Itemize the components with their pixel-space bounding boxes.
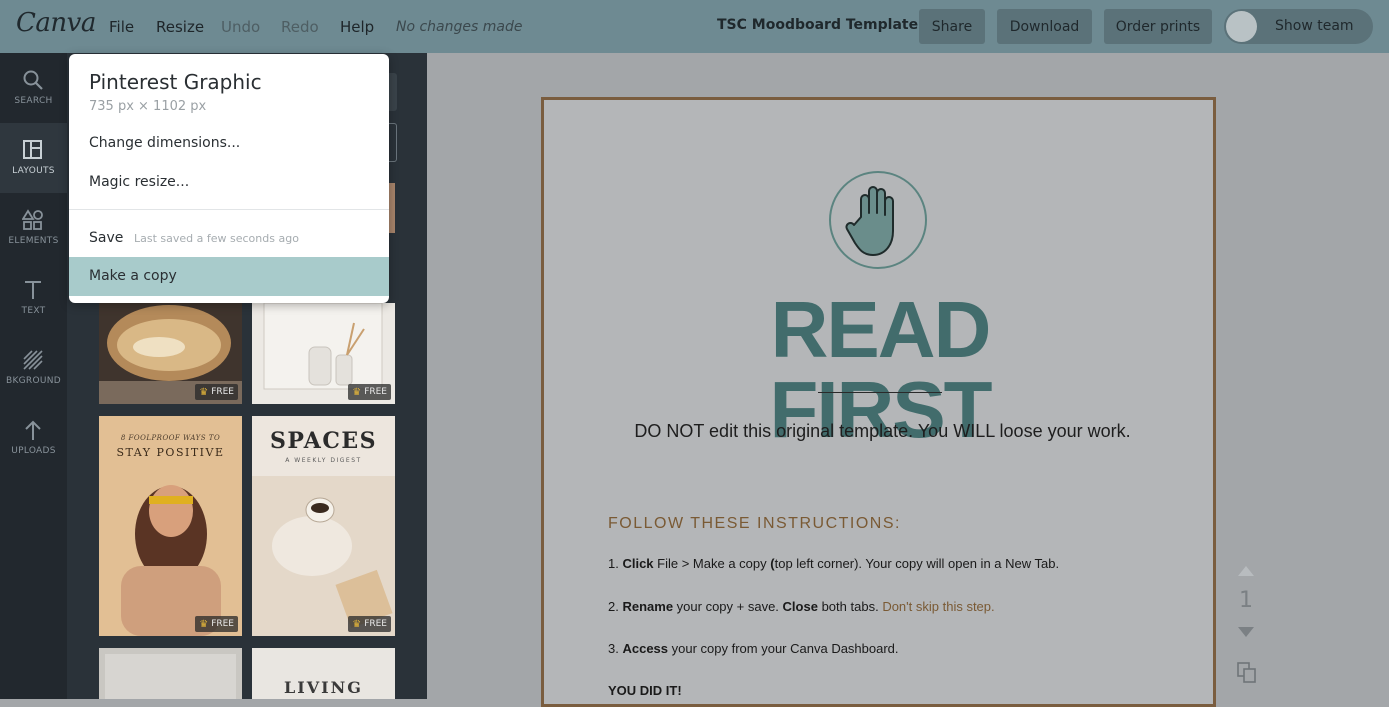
toggle-knob	[1226, 11, 1257, 42]
elements-icon	[22, 209, 43, 230]
dropdown-title: Pinterest Graphic	[89, 70, 262, 94]
save-status: No changes made	[396, 19, 523, 35]
free-badge: ♛ FREE	[348, 616, 391, 632]
last-saved-note: Last saved a few seconds ago	[134, 232, 299, 245]
layout-thumb-bottles[interactable]: ♛ FREE	[252, 303, 395, 404]
background-icon	[23, 350, 43, 370]
rail-uploads[interactable]: UPLOADS	[0, 403, 67, 473]
save-item[interactable]: Save	[89, 230, 123, 246]
rail-label-search: SEARCH	[14, 96, 53, 106]
step-2-number: 2.	[608, 599, 619, 614]
rail-label-elements: ELEMENTS	[8, 236, 59, 246]
step-2-accent: Don't skip this step.	[882, 599, 995, 614]
make-copy-item[interactable]: Make a copy	[69, 257, 389, 296]
step-2-bold: Rename	[622, 599, 674, 614]
rail-text[interactable]: TEXT	[0, 263, 67, 333]
crown-icon: ♛	[352, 386, 362, 398]
layouts-icon	[23, 140, 42, 159]
step-1-number: 1.	[608, 556, 619, 571]
layout-thumb-bottom-left[interactable]	[99, 648, 242, 699]
magic-resize-item[interactable]: Magic resize...	[89, 174, 189, 190]
raised-hand-icon	[845, 186, 894, 256]
show-team-toggle[interactable]: Show team	[1224, 9, 1373, 44]
upload-arrow-icon	[25, 420, 41, 440]
free-badge: ♛ FREE	[195, 384, 238, 400]
crown-icon: ♛	[199, 618, 209, 630]
thumb-small-caption: 8 FOOLPROOF WAYS TO	[120, 434, 221, 442]
layout-thumb-bread[interactable]: ♛ FREE	[99, 303, 242, 404]
free-label: FREE	[211, 619, 234, 629]
rail-label-layouts: LAYOUTS	[12, 166, 55, 176]
free-badge: ♛ FREE	[348, 384, 391, 400]
thumb-big-caption: STAY POSITIVE	[116, 446, 225, 459]
download-button[interactable]: Download	[997, 9, 1092, 44]
rail-label-uploads: UPLOADS	[11, 446, 56, 456]
warning-text: DO NOT edit this original template. You …	[634, 421, 1131, 441]
step-2-bold2: Close	[782, 599, 818, 614]
step-3-number: 3.	[608, 641, 619, 656]
thumb-living-title: LIVING	[284, 678, 363, 697]
instructions-heading: FOLLOW THESE INSTRUCTIONS:	[608, 515, 901, 532]
done-text: YOU DID IT!	[608, 683, 682, 698]
file-menu-dropdown: Pinterest Graphic 735 px × 1102 px Chang…	[69, 54, 389, 303]
layout-thumb-living[interactable]: LIVING	[252, 648, 395, 699]
page-up-icon[interactable]	[1238, 566, 1254, 576]
duplicate-page-icon[interactable]	[1237, 662, 1257, 684]
menu-file[interactable]: File	[109, 18, 134, 36]
rail-elements[interactable]: ELEMENTS	[0, 193, 67, 263]
free-label: FREE	[211, 387, 234, 397]
step-2-text: your copy + save.	[676, 599, 779, 614]
step-3-bold: Access	[622, 641, 669, 656]
free-label: FREE	[364, 619, 387, 629]
change-dimensions-item[interactable]: Change dimensions...	[89, 135, 240, 151]
menu-resize[interactable]: Resize	[156, 18, 204, 36]
free-label: FREE	[364, 387, 387, 397]
order-prints-button[interactable]: Order prints	[1104, 9, 1212, 44]
layout-thumb-stay-positive[interactable]: 8 FOOLPROOF WAYS TO STAY POSITIVE ♛ FREE	[99, 416, 242, 636]
page-down-icon[interactable]	[1238, 627, 1254, 637]
hand-badge	[829, 171, 927, 269]
menu-help[interactable]: Help	[340, 18, 374, 36]
step-2: 2. Rename your copy + save. Close both t…	[608, 599, 995, 614]
top-bar: Canva File Resize Undo Redo Help No chan…	[0, 0, 1389, 53]
step-2-rest: both tabs.	[821, 599, 879, 614]
text-icon	[25, 281, 41, 299]
thumb-fabric	[105, 654, 236, 699]
canva-logo[interactable]: Canva	[16, 8, 96, 38]
menu-redo[interactable]: Redo	[281, 18, 319, 36]
page-number: 1	[1239, 588, 1253, 613]
show-team-label: Show team	[1275, 18, 1354, 34]
crown-icon: ♛	[352, 618, 362, 630]
dropdown-divider	[69, 209, 389, 210]
rail-search[interactable]: SEARCH	[0, 53, 67, 123]
dropdown-dimensions: 735 px × 1102 px	[89, 99, 207, 114]
free-badge: ♛ FREE	[195, 616, 238, 632]
rail-layouts[interactable]: LAYOUTS	[0, 123, 67, 193]
left-rail: SEARCH LAYOUTS ELEMENTS TEXT BKGROUND UP…	[0, 53, 67, 699]
step-1-text: File > Make a copy	[657, 556, 767, 571]
document-title[interactable]: TSC Moodboard Template 2	[717, 17, 933, 33]
rail-background[interactable]: BKGROUND	[0, 333, 67, 403]
thumb-spaces-title: SPACES	[269, 428, 378, 454]
share-button[interactable]: Share	[919, 9, 985, 44]
step-3-rest: your copy from your Canva Dashboard.	[671, 641, 899, 656]
rail-label-text: TEXT	[21, 306, 46, 316]
thumb-spaces-subtitle: A WEEKLY DIGEST	[285, 457, 362, 464]
layout-thumb-spaces[interactable]: SPACES A WEEKLY DIGEST ♛ FREE	[252, 416, 395, 636]
step-1-bold: Click	[622, 556, 654, 571]
make-copy-label: Make a copy	[89, 268, 177, 284]
step-1: 1. Click File > Make a copy (top left co…	[608, 556, 1059, 571]
menu-undo[interactable]: Undo	[221, 18, 260, 36]
heading-divider	[818, 392, 942, 393]
step-1-rest: top left corner). Your copy will open in…	[774, 556, 1060, 571]
step-3: 3. Access your copy from your Canva Dash…	[608, 641, 899, 656]
search-icon	[23, 70, 43, 90]
rail-label-background: BKGROUND	[5, 376, 62, 386]
crown-icon: ♛	[199, 386, 209, 398]
